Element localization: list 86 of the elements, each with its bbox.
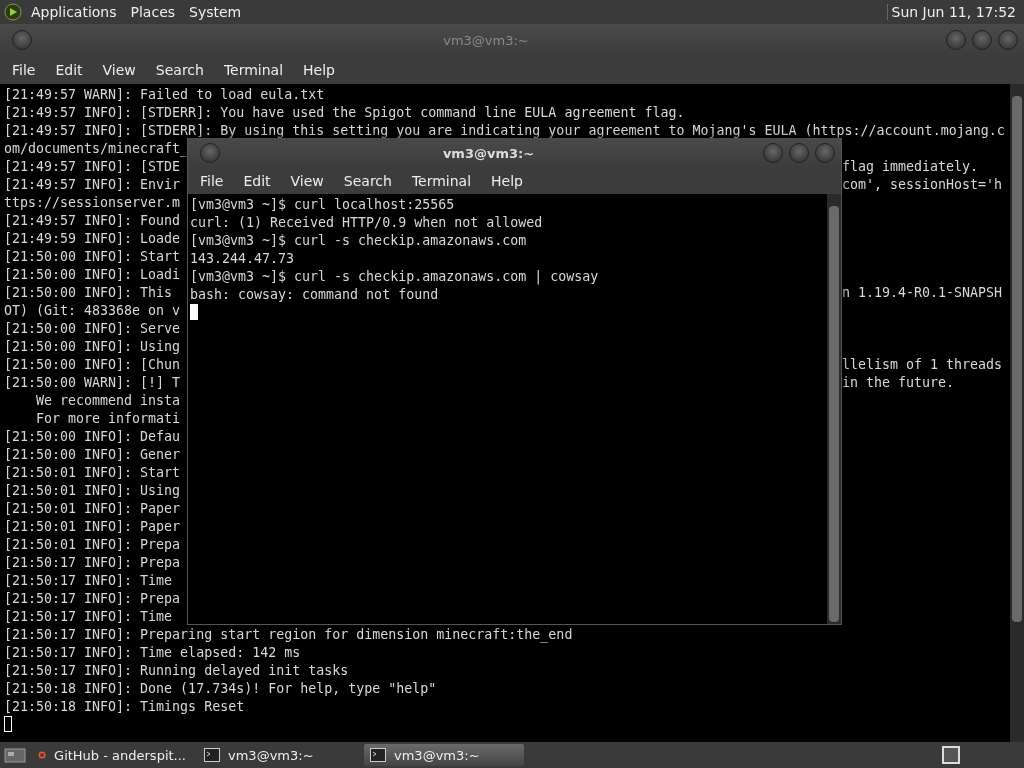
terminal-icon <box>204 748 220 762</box>
terminal-line: [21:49:57 INFO]: [STDERR]: By using this setting you are indicating your agreement to Mojang's EULA (https://account.mojang.c <box>4 122 1005 140</box>
show-desktop-button[interactable] <box>942 746 960 764</box>
terminal-line: [21:50:17 INFO]: Prepa <box>4 590 181 608</box>
terminal-line: [21:50:00 INFO]: [Chun <box>4 356 181 374</box>
window-title: vm3@vm3:~ <box>441 145 536 161</box>
taskbar-button[interactable]: GitHub - anderspit... <box>32 744 192 766</box>
maximize-button[interactable] <box>789 143 809 163</box>
menu-item[interactable]: View <box>92 62 146 78</box>
terminal-line: bash: cowsay: command not found <box>190 286 440 304</box>
terminal-line: [21:50:00 INFO]: Defau <box>4 428 181 446</box>
menu-item[interactable]: File <box>190 173 234 189</box>
minimize-button[interactable] <box>946 30 966 50</box>
terminal-line: [21:50:00 INFO]: Gener <box>4 446 181 464</box>
workspace-icon[interactable] <box>4 746 26 764</box>
terminal-line: For more informati <box>35 410 181 428</box>
terminal-line: flag immediately. <box>842 158 979 176</box>
terminal-line: [21:50:00 WARN]: [!] T <box>4 374 181 392</box>
terminal-line: We recommend insta <box>35 392 181 410</box>
terminal-line: [21:50:01 INFO]: Paper <box>4 500 181 518</box>
menu-item[interactable]: Help <box>293 62 345 78</box>
terminal-line: [21:50:17 INFO]: Time <box>4 572 173 590</box>
terminal-line: [21:50:00 INFO]: Loadi <box>4 266 181 284</box>
text-cursor <box>190 304 198 320</box>
terminal-line: [21:49:57 INFO]: [STDERR]: You have used the Spigot command line EULA agreement flag. <box>4 104 685 122</box>
terminal-line: [21:49:57 WARN]: Failed to load eula.txt <box>4 86 325 104</box>
taskbar-button[interactable]: vm3@vm3:~ <box>198 744 358 766</box>
terminal-line: in the future. <box>842 374 955 392</box>
menu-item[interactable]: File <box>2 62 46 78</box>
panel-menu[interactable]: System <box>184 4 247 20</box>
scrollbar[interactable] <box>827 194 841 624</box>
terminal-line: [21:50:01 INFO]: Paper <box>4 518 181 536</box>
menu-item[interactable]: Search <box>333 173 402 189</box>
text-cursor <box>4 716 12 732</box>
menu-item[interactable]: Edit <box>45 62 93 78</box>
terminal-line: [21:50:18 INFO]: Timings Reset <box>4 698 245 716</box>
menu-item[interactable]: View <box>280 173 334 189</box>
terminal-line: [21:49:59 INFO]: Loade <box>4 230 181 248</box>
close-button[interactable] <box>815 143 835 163</box>
minimize-button[interactable] <box>763 143 783 163</box>
scrollbar-thumb[interactable] <box>829 206 839 622</box>
panel-menu[interactable]: Places <box>125 4 181 20</box>
terminal-line: [21:50:01 INFO]: Prepa <box>4 536 181 554</box>
terminal-line: 143.244.47.73 <box>190 250 296 268</box>
terminal-line: om/documents/minecraft_ <box>4 140 189 158</box>
close-button[interactable] <box>998 30 1018 50</box>
terminal-line: [21:50:17 INFO]: Prepa <box>4 554 181 572</box>
terminal-line: ttps://sessionserver.m <box>4 194 181 212</box>
maximize-button[interactable] <box>972 30 992 50</box>
terminal-line: [21:50:00 INFO]: Start <box>4 248 181 266</box>
terminal-line: OT) (Git: 483368e on v <box>4 302 181 320</box>
terminal-line: [21:49:57 INFO]: [STDE <box>4 158 181 176</box>
terminal-line: [21:50:00 INFO]: Serve <box>4 320 181 338</box>
menu-item[interactable]: Search <box>145 62 214 78</box>
terminal-line: [vm3@vm3 ~]$ curl -s checkip.amazonaws.com <box>190 232 528 250</box>
clock[interactable]: Sun Jun 11, 17:52 <box>886 4 1020 20</box>
terminal-line: llelism of 1 threads <box>842 356 1003 374</box>
window-menu-button[interactable] <box>200 143 220 163</box>
terminal-line: [21:50:01 INFO]: Using <box>4 482 181 500</box>
terminal-line: [21:49:57 INFO]: Envir <box>4 176 181 194</box>
terminal-line: [21:50:00 INFO]: This <box>4 284 173 302</box>
terminal-line: [21:49:57 INFO]: Found <box>4 212 181 230</box>
scrollbar-thumb[interactable] <box>1012 96 1022 622</box>
window-menu-button[interactable] <box>12 30 32 50</box>
terminal-line: [21:50:17 INFO]: Time <box>4 608 173 626</box>
terminal-line: [21:50:01 INFO]: Start <box>4 464 181 482</box>
scrollbar[interactable] <box>1010 84 1024 742</box>
terminal-icon <box>370 748 386 762</box>
terminal-line: [vm3@vm3 ~]$ curl localhost:25565 <box>190 196 456 214</box>
terminal-line: [21:50:17 INFO]: Running delayed init tasks <box>4 662 349 680</box>
terminal-line: [21:50:17 INFO]: Preparing start region for dimension minecraft:the_end <box>4 626 573 644</box>
terminal-line: [21:50:18 INFO]: Done (17.734s)! For help, type "help" <box>4 680 437 698</box>
terminal-line: curl: (1) Received HTTP/0.9 when not allowed <box>190 214 544 232</box>
terminal-line: n 1.19.4-R0.1-SNAPSH <box>842 284 1003 302</box>
menu-item[interactable]: Help <box>481 173 533 189</box>
taskbar-button[interactable]: vm3@vm3:~ <box>364 744 524 766</box>
menu-item[interactable]: Terminal <box>401 173 482 189</box>
menu-item[interactable]: Edit <box>233 173 281 189</box>
terminal-line: [21:50:00 INFO]: Using <box>4 338 181 356</box>
panel-menu[interactable]: Applications <box>26 4 122 20</box>
terminal-line: [vm3@vm3 ~]$ curl -s checkip.amazonaws.com | cowsay <box>190 268 600 286</box>
terminal-line: com', sessionHost='h <box>842 176 1003 194</box>
terminal-line: [21:50:17 INFO]: Time elapsed: 142 ms <box>4 644 301 662</box>
window-title: vm3@vm3:~ <box>442 32 530 48</box>
logo-icon[interactable] <box>4 3 22 21</box>
menu-item[interactable]: Terminal <box>213 62 294 78</box>
